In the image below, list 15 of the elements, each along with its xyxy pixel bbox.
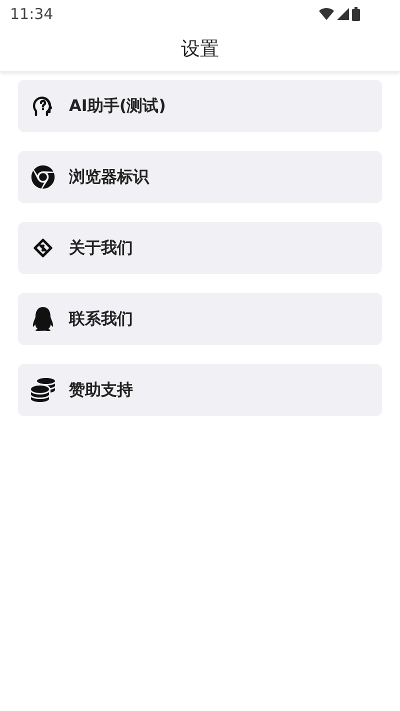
- wifi-icon: [319, 8, 334, 20]
- menu-item[interactable]: 浏览器标识: [18, 151, 382, 203]
- diamond-icon: [31, 236, 55, 260]
- menu-item[interactable]: 关于我们: [18, 222, 382, 274]
- status-time: 11:34: [10, 4, 54, 25]
- menu-item[interactable]: 联系我们: [18, 293, 382, 345]
- page-title: 设置: [181, 37, 219, 62]
- signal-icon: [337, 8, 349, 20]
- battery-icon: [352, 7, 360, 21]
- penguin-icon: [31, 307, 55, 331]
- chrome-icon: [31, 165, 55, 189]
- head-question-icon: [31, 94, 55, 118]
- menu-item[interactable]: 赞助支持: [18, 364, 382, 416]
- coins-icon: [31, 378, 55, 402]
- menu-item[interactable]: AI助手(测试): [18, 80, 382, 132]
